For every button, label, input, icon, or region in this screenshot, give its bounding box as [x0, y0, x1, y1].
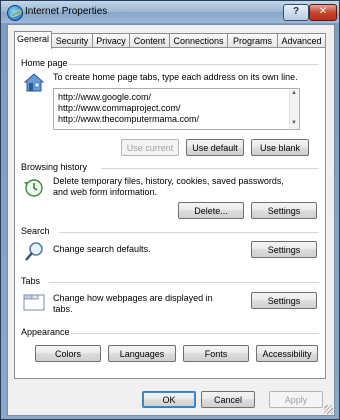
internet-explorer-icon [7, 5, 23, 21]
home-page-icon [23, 73, 45, 92]
history-settings-button[interactable]: Settings [251, 202, 317, 219]
tabs-heading: Tabs [21, 276, 41, 286]
home-page-url-1: http://www.google.com/ [58, 92, 152, 102]
general-tab-panel: Home page To create home page tabs, type… [14, 47, 326, 379]
use-blank-button[interactable]: Use blank [251, 139, 309, 156]
tab-advanced[interactable]: Advanced [277, 33, 326, 48]
scroll-up-icon[interactable]: ▲ [291, 90, 297, 96]
tabs-description-2: tabs. [53, 304, 73, 314]
search-heading: Search [21, 226, 50, 236]
search-divider [59, 232, 319, 233]
browsing-history-divider [101, 168, 319, 169]
appearance-heading: Appearance [21, 327, 70, 337]
tab-strip: General Security Privacy Content Connect… [14, 31, 330, 49]
home-page-heading: Home page [21, 58, 68, 68]
browsing-history-description-2: and web form information. [53, 187, 158, 197]
colors-button[interactable]: Colors [35, 345, 101, 362]
languages-button[interactable]: Languages [108, 345, 176, 362]
home-page-description: To create home page tabs, type each addr… [53, 72, 298, 82]
use-default-button[interactable]: Use default [186, 139, 244, 156]
browsing-history-description-1: Delete temporary files, history, cookies… [53, 176, 284, 186]
fonts-button[interactable]: Fonts [183, 345, 249, 362]
home-page-url-3: http://www.thecomputermama.com/ [58, 114, 200, 124]
help-button[interactable]: ? [283, 4, 309, 21]
search-description: Change search defaults. [53, 244, 151, 254]
tab-privacy[interactable]: Privacy [92, 33, 130, 48]
apply-button[interactable]: Apply [269, 391, 323, 408]
tab-programs[interactable]: Programs [227, 33, 278, 48]
tab-content[interactable]: Content [129, 33, 170, 48]
ok-button[interactable]: OK [142, 391, 196, 408]
browsing-history-heading: Browsing history [21, 162, 88, 172]
resize-grip[interactable] [324, 405, 333, 414]
home-page-url-2: http://www.commaproject.com/ [58, 103, 181, 113]
accessibility-button[interactable]: Accessibility [256, 345, 318, 362]
tabs-settings-button[interactable]: Settings [251, 292, 317, 309]
internet-properties-window: Internet Properties ? ✕ General Security… [0, 0, 340, 420]
delete-history-button[interactable]: Delete... [178, 202, 244, 219]
url-field-scrollbar[interactable]: ▲ ▼ [289, 89, 299, 129]
cancel-button[interactable]: Cancel [201, 391, 255, 408]
search-magnifier-icon [25, 242, 43, 261]
tab-security[interactable]: Security [51, 33, 93, 48]
dialog-client-area: General Security Privacy Content Connect… [7, 24, 335, 416]
window-title: Internet Properties [25, 6, 108, 17]
tab-connections[interactable]: Connections [169, 33, 228, 48]
close-button[interactable]: ✕ [309, 4, 337, 21]
history-clock-icon [24, 179, 43, 197]
scroll-down-icon[interactable]: ▼ [291, 120, 297, 126]
tabs-divider [49, 282, 319, 283]
title-bar[interactable]: Internet Properties ? ✕ [1, 1, 339, 23]
appearance-divider [71, 333, 319, 334]
home-page-divider [69, 64, 319, 65]
use-current-button[interactable]: Use current [121, 139, 179, 156]
tab-general[interactable]: General [14, 31, 52, 49]
search-settings-button[interactable]: Settings [251, 241, 317, 258]
tabs-description-1: Change how webpages are displayed in [53, 293, 213, 303]
home-page-url-field[interactable]: http://www.google.com/ http://www.commap… [53, 88, 300, 130]
tabs-window-icon [23, 294, 45, 311]
